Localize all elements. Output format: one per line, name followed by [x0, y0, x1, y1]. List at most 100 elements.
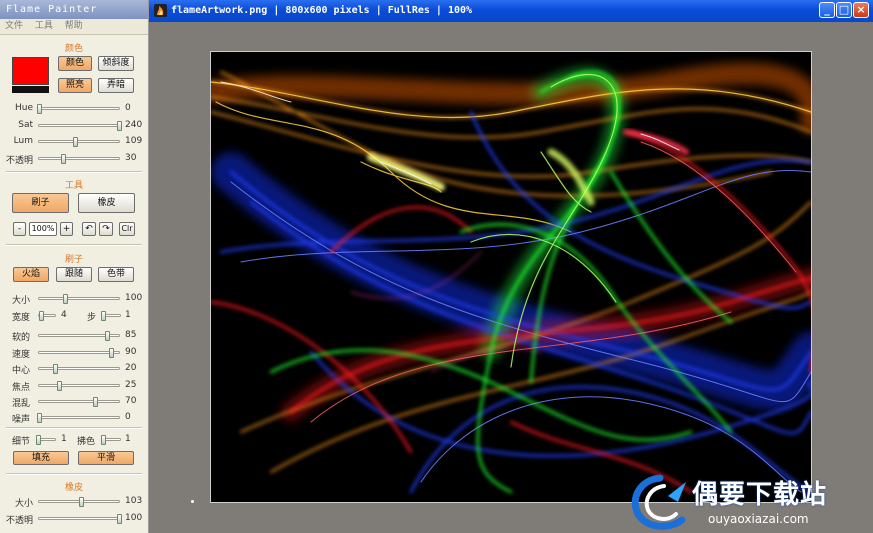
center-slider-thumb[interactable]: [53, 364, 58, 374]
softness-slider[interactable]: [38, 331, 120, 341]
menu-tools[interactable]: 工具: [35, 19, 53, 34]
detail-slider-thumb[interactable]: [35, 435, 41, 445]
lum-slider[interactable]: [38, 137, 120, 147]
pick-color-slider-thumb[interactable]: [100, 435, 106, 445]
brush-tool-button[interactable]: 刷子: [12, 193, 69, 213]
minimize-button[interactable]: _: [819, 2, 835, 18]
zoom-out-button[interactable]: -: [13, 222, 26, 236]
brush-step-label: 步: [87, 313, 97, 323]
eraser-size-slider[interactable]: [38, 497, 120, 507]
ribbon-mode-button[interactable]: 色带: [98, 267, 134, 282]
color-swatch-secondary[interactable]: [12, 86, 49, 93]
menu-help[interactable]: 帮助: [65, 19, 83, 34]
menu-file[interactable]: 文件: [5, 19, 23, 34]
eraser-opacity-value: 100: [125, 513, 143, 523]
undo-button[interactable]: ↶: [82, 222, 96, 236]
lighten-button[interactable]: 照亮: [58, 78, 92, 93]
hue-value: 0: [125, 103, 131, 113]
pick-color-slider[interactable]: [100, 435, 121, 445]
color-mode-button[interactable]: 颜色: [58, 56, 92, 71]
speed-value: 90: [125, 347, 137, 357]
color-section-heading: 颜色: [64, 44, 83, 54]
pick-color-value: 1: [125, 434, 131, 444]
tools-section-heading: 工具: [64, 181, 83, 191]
lum-value: 109: [125, 136, 143, 146]
divider: [6, 427, 142, 429]
detail-value: 1: [61, 434, 67, 444]
zoom-in-button[interactable]: +: [60, 222, 73, 236]
brush-step-value: 1: [125, 310, 131, 320]
sat-value: 240: [125, 120, 143, 130]
brush-width-slider-thumb[interactable]: [38, 311, 44, 321]
center-value: 20: [125, 363, 137, 373]
focus-slider[interactable]: [38, 381, 120, 391]
painting-canvas[interactable]: [210, 51, 812, 503]
speed-slider[interactable]: [38, 348, 120, 358]
noise-slider-thumb[interactable]: [37, 413, 42, 423]
window-titlebar[interactable]: flameArtwork.png | 800x600 pixels | Full…: [149, 0, 873, 22]
lum-slider-thumb[interactable]: [73, 137, 78, 147]
center-slider[interactable]: [38, 364, 120, 374]
eraser-size-value: 103: [125, 496, 143, 506]
close-icon: ×: [856, 3, 866, 16]
flame-mode-button[interactable]: 火焰: [13, 267, 49, 282]
noise-label: 噪声: [12, 415, 31, 425]
brush-step-slider-thumb[interactable]: [100, 311, 106, 321]
smooth-button[interactable]: 平滑: [78, 451, 134, 465]
brush-width-value: 4: [61, 310, 67, 320]
focus-label: 焦点: [12, 383, 31, 393]
brush-width-slider[interactable]: [38, 311, 56, 321]
eraser-opacity-slider[interactable]: [38, 514, 122, 524]
detail-slider[interactable]: [35, 435, 56, 445]
softness-slider-thumb[interactable]: [105, 331, 110, 341]
hue-label: Hue: [14, 103, 33, 113]
eraser-opacity-slider-thumb[interactable]: [117, 514, 122, 524]
close-button[interactable]: ×: [853, 2, 869, 18]
brush-size-label: 大小: [12, 296, 31, 306]
maximize-icon: □: [838, 3, 850, 16]
focus-slider-thumb[interactable]: [57, 381, 62, 391]
noise-slider[interactable]: [37, 413, 120, 423]
brush-size-slider[interactable]: [38, 294, 120, 304]
minimize-icon: _: [824, 3, 830, 16]
hue-slider[interactable]: [37, 104, 120, 114]
eraser-section-heading: 橡皮: [64, 483, 83, 493]
noise-value: 0: [125, 412, 131, 422]
speed-label: 速度: [12, 350, 31, 360]
detail-label: 细节: [12, 437, 31, 447]
color-swatch[interactable]: [12, 57, 49, 85]
sat-slider[interactable]: [38, 121, 122, 131]
cursor-dot: [191, 500, 194, 503]
clear-button[interactable]: Clr: [119, 222, 135, 236]
opacity-slider[interactable]: [38, 154, 120, 164]
chaos-label: 混乱: [12, 399, 31, 409]
brush-section-heading: 刷子: [64, 255, 83, 265]
eraser-size-slider-thumb[interactable]: [78, 497, 84, 507]
eraser-tool-button[interactable]: 橡皮: [78, 193, 135, 213]
hue-slider-thumb[interactable]: [37, 104, 42, 114]
panel-title: Flame Painter: [0, 0, 148, 19]
sat-slider-thumb[interactable]: [117, 121, 122, 131]
chaos-slider-thumb[interactable]: [93, 397, 98, 407]
maximize-button[interactable]: □: [836, 2, 852, 18]
watermark-logo-icon: [631, 474, 686, 530]
fill-button[interactable]: 填充: [13, 451, 69, 465]
redo-button[interactable]: ↷: [99, 222, 113, 236]
opacity-label: 不透明: [5, 156, 33, 166]
brush-step-slider[interactable]: [100, 311, 121, 321]
softness-label: 软的: [12, 333, 31, 343]
follow-mode-button[interactable]: 跟随: [56, 267, 92, 282]
panel-menu: 文件 工具 帮助: [0, 19, 148, 35]
tool-panel: Flame Painter 文件 工具 帮助 颜色 颜色 倾斜度 照亮 弄暗 H…: [0, 0, 149, 533]
window-title: flameArtwork.png | 800x600 pixels | Full…: [171, 5, 473, 16]
darken-button[interactable]: 弄暗: [98, 78, 134, 93]
undo-icon: ↶: [85, 224, 93, 234]
zoom-level-field[interactable]: 100%: [29, 222, 57, 236]
site-watermark: 偶要下载站 ouyaoxiazai.com: [628, 470, 873, 533]
watermark-brand-cn: 偶要下载站: [692, 480, 828, 510]
gradient-mode-button[interactable]: 倾斜度: [98, 56, 134, 71]
chaos-slider[interactable]: [38, 397, 120, 407]
brush-size-slider-thumb[interactable]: [63, 294, 69, 304]
opacity-slider-thumb[interactable]: [61, 154, 66, 164]
speed-slider-thumb[interactable]: [109, 348, 114, 358]
